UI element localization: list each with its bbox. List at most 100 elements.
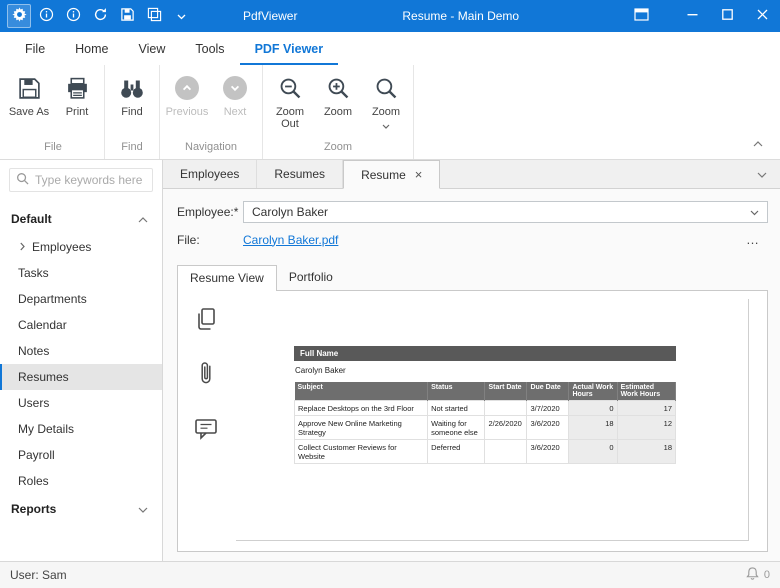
sidebar-section-reports[interactable]: Reports: [0, 494, 162, 524]
pdf-page[interactable]: Full Name Carolyn Baker Subject Status S…: [236, 299, 749, 541]
refresh-icon: [93, 7, 108, 25]
table-row: Collect Customer Reviews for Website Def…: [293, 439, 677, 464]
tab-tools[interactable]: Tools: [180, 32, 239, 65]
zoom-button[interactable]: Zoom Out Zoom: [362, 73, 410, 132]
viewer-tab-bar: Resume View Portfolio: [177, 265, 768, 291]
app-window: PdfViewer Resume - Main Demo File Home V…: [0, 0, 780, 588]
tab-list-dropdown-button[interactable]: [757, 160, 780, 188]
zoom-icon: [374, 75, 399, 101]
sidebar-item-employees[interactable]: Employees: [0, 234, 162, 260]
qat-dropdown-button[interactable]: [169, 4, 193, 28]
save-all-button[interactable]: [142, 4, 166, 28]
sidebar-section-default[interactable]: Default: [0, 204, 162, 234]
header-status: Status: [427, 382, 486, 401]
notification-count: 0: [763, 569, 770, 581]
statusbar: User: Sam 0: [0, 561, 780, 588]
zoom-out-icon: [278, 75, 303, 101]
tab-portfolio[interactable]: Portfolio: [277, 265, 345, 290]
notifications[interactable]: 0: [746, 566, 770, 584]
employee-label: Employee:*: [177, 204, 239, 219]
tab-close-icon[interactable]: ×: [415, 168, 423, 181]
chevron-down-icon: [757, 167, 767, 181]
person-name: Carolyn Baker: [295, 366, 346, 375]
save-as-icon: [17, 75, 42, 101]
doc-tab-resumes[interactable]: Resumes: [257, 160, 344, 188]
tab-resume-view[interactable]: Resume View: [177, 265, 277, 291]
quick-access-toolbar: [0, 4, 193, 28]
info-button[interactable]: [34, 4, 58, 28]
sidebar-item-tasks[interactable]: Tasks: [0, 260, 162, 286]
doc-tab-resume[interactable]: Resume ×: [343, 160, 441, 189]
tab-pdf-viewer[interactable]: PDF Viewer: [240, 32, 339, 65]
tab-home[interactable]: Home: [60, 32, 123, 65]
ribbon-group-label-zoom: Zoom: [323, 141, 353, 153]
settings-button[interactable]: [7, 4, 31, 28]
comments-button[interactable]: [189, 414, 223, 446]
bell-icon: [746, 566, 759, 584]
full-name-header: Full Name: [294, 346, 676, 361]
search-input[interactable]: [35, 173, 146, 187]
next-icon: [223, 75, 247, 101]
previous-page-button[interactable]: Previous: [163, 73, 211, 118]
current-user: User: Sam: [10, 568, 67, 582]
minimize-button[interactable]: [675, 0, 710, 32]
sidebar-item-notes[interactable]: Notes: [0, 338, 162, 364]
sidebar-item-users[interactable]: Users: [0, 390, 162, 416]
document-tab-bar: Employees Resumes Resume ×: [163, 160, 780, 189]
file-link[interactable]: Carolyn Baker.pdf: [243, 233, 338, 247]
sidebar-item-my-details[interactable]: My Details: [0, 416, 162, 442]
doc-tab-employees[interactable]: Employees: [163, 160, 258, 188]
ribbon-tab-bar: File Home View Tools PDF Viewer: [0, 32, 780, 65]
attachments-button[interactable]: [189, 359, 223, 391]
file-label: File:: [177, 232, 200, 247]
next-page-button[interactable]: Next: [211, 73, 259, 118]
sidebar-item-calendar[interactable]: Calendar: [0, 312, 162, 338]
save-all-icon: [147, 7, 162, 25]
zoom-out-button[interactable]: Zoom Out: [266, 73, 314, 130]
pdf-tool-strip: [178, 291, 234, 551]
ribbon-group-navigation: Previous Next Navigation: [160, 65, 263, 159]
ribbon-group-label-find: Find: [121, 141, 143, 153]
chevron-down-icon: [382, 120, 390, 132]
binoculars-icon: [119, 75, 145, 101]
paperclip-icon: [198, 360, 214, 390]
table-row: Approve New Online Marketing Strategy Wa…: [293, 415, 677, 440]
ribbon-group-file: Save As Print File: [2, 65, 105, 159]
maximize-icon: [722, 9, 733, 23]
sidebar-item-payroll[interactable]: Payroll: [0, 442, 162, 468]
sidebar-search[interactable]: [9, 168, 153, 192]
window-controls: [624, 0, 780, 32]
browse-file-button[interactable]: …: [738, 232, 768, 247]
window-mode-icon: [634, 8, 649, 24]
gear-icon: [11, 7, 27, 25]
sidebar-item-resumes[interactable]: Resumes: [0, 364, 162, 390]
save-button[interactable]: [115, 4, 139, 28]
sidebar-item-departments[interactable]: Departments: [0, 286, 162, 312]
close-icon: [757, 9, 768, 23]
ribbon-group-find: Find Find: [105, 65, 160, 159]
navigation-sidebar: Default Employees Tasks Departments Cale…: [0, 160, 163, 561]
maximize-button[interactable]: [710, 0, 745, 32]
copy-button[interactable]: [189, 304, 223, 336]
refresh-button[interactable]: [88, 4, 112, 28]
find-button[interactable]: Find: [108, 73, 156, 118]
display-mode-button[interactable]: [624, 0, 659, 32]
minimize-icon: [687, 9, 698, 23]
zoom-in-button[interactable]: Zoom: [314, 73, 362, 118]
ribbon-group-label-navigation: Navigation: [185, 141, 237, 153]
save-as-button[interactable]: Save As: [5, 73, 53, 118]
chevron-down-icon: [177, 9, 186, 23]
ribbon-collapse-button[interactable]: [748, 135, 768, 151]
sidebar-item-roles[interactable]: Roles: [0, 468, 162, 494]
about-icon: [66, 7, 81, 25]
pdf-viewer: Full Name Carolyn Baker Subject Status S…: [177, 290, 768, 552]
print-button[interactable]: Print: [53, 73, 101, 118]
about-button[interactable]: [61, 4, 85, 28]
tab-view[interactable]: View: [124, 32, 181, 65]
header-subject: Subject: [294, 382, 429, 401]
tab-file[interactable]: File: [10, 32, 60, 65]
chevron-up-icon: [138, 212, 148, 226]
close-button[interactable]: [745, 0, 780, 32]
employee-combobox[interactable]: Carolyn Baker: [243, 200, 768, 223]
table-row: Replace Desktops on the 3rd Floor Not st…: [293, 400, 677, 416]
